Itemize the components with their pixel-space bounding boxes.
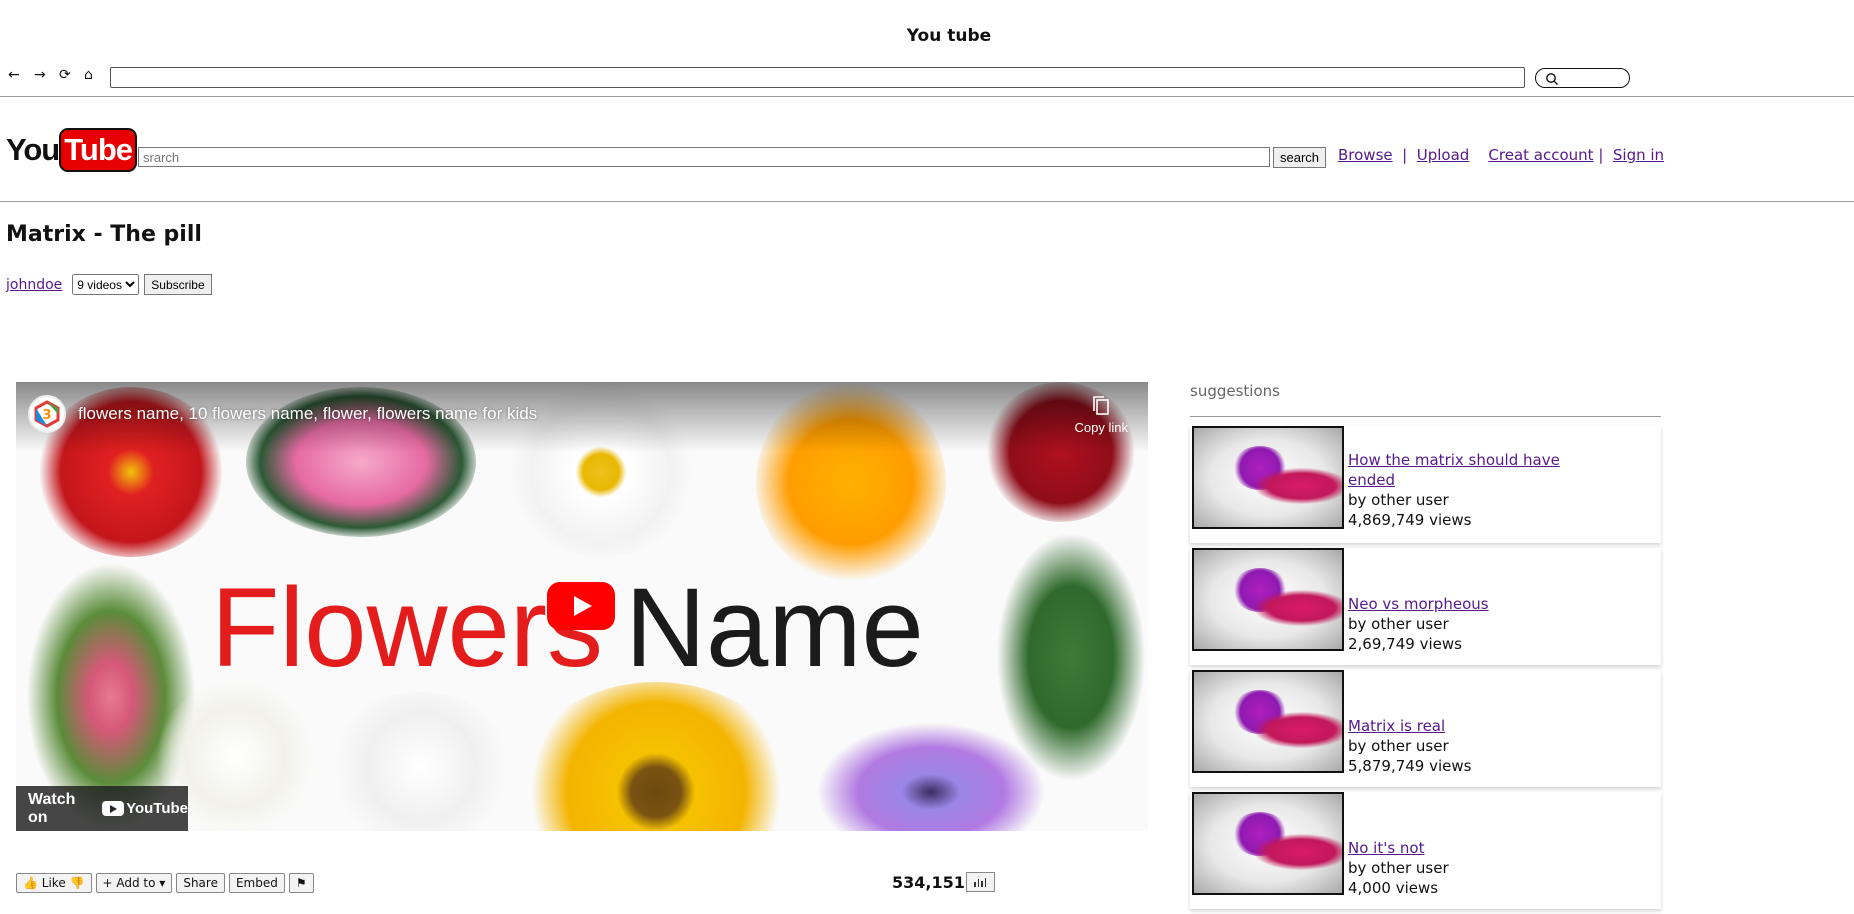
suggestion-text: No it's not by other user 4,000 views [1348, 838, 1563, 898]
suggestion-text: How the matrix should have ended by othe… [1348, 450, 1563, 530]
subscribe-button[interactable]: Subscribe [144, 274, 212, 295]
browse-link[interactable]: Browse [1338, 146, 1393, 164]
copy-icon [1093, 396, 1110, 415]
top-nav-links: Browse | Upload Creat account | Sign in [1338, 146, 1665, 164]
search-icon [1546, 73, 1558, 85]
suggestion-thumbnail[interactable] [1192, 792, 1344, 895]
thumbs-down-icon[interactable]: 👎 [70, 876, 85, 890]
add-to-label: + Add to [102, 876, 156, 890]
video-player[interactable]: 3 flowers name, 10 flowers name, flower,… [16, 382, 1148, 831]
add-to-button[interactable]: + Add to ▾ [95, 873, 173, 893]
watch-on-youtube-button[interactable]: Watch on YouTube [16, 786, 188, 831]
suggestion-views: 2,69,749 views [1348, 635, 1462, 653]
reload-icon[interactable]: ⟳ [59, 67, 71, 83]
suggestion-author: by other user [1348, 491, 1449, 509]
like-label: Like [41, 876, 66, 890]
view-count-box: 534,151 [892, 872, 995, 892]
channel-avatar[interactable]: 3 [28, 395, 66, 433]
embed-button[interactable]: Embed [228, 873, 285, 893]
suggestion-author: by other user [1348, 615, 1449, 633]
suggestion-author: by other user [1348, 859, 1449, 877]
create-account-link[interactable]: Creat account [1488, 146, 1593, 164]
sign-in-link[interactable]: Sign in [1613, 146, 1664, 164]
suggestion-thumbnail[interactable] [1192, 670, 1344, 773]
copy-link-label: Copy link [1074, 420, 1128, 435]
suggestion-views: 4,000 views [1348, 879, 1439, 897]
suggestion-author: by other user [1348, 737, 1449, 755]
videos-select[interactable]: 9 videos [72, 274, 140, 295]
suggestion-views: 4,869,749 views [1348, 511, 1472, 529]
suggestion-text: Neo vs morpheous by other user 2,69,749 … [1348, 594, 1563, 654]
caption-dark: Name [625, 565, 924, 690]
logo-tube: Tube [59, 128, 137, 172]
share-button[interactable]: Share [176, 873, 225, 893]
suggestion-title-link[interactable]: Neo vs morpheous [1348, 594, 1563, 614]
flag-button[interactable]: ⚑ [288, 873, 314, 893]
copy-link-button[interactable]: Copy link [1075, 395, 1128, 435]
browser-search-pill[interactable] [1535, 68, 1630, 88]
header-divider [0, 201, 1854, 202]
suggestion-title-link[interactable]: How the matrix should have ended [1348, 450, 1563, 490]
site-search-button[interactable]: search [1273, 147, 1327, 168]
suggestion-views: 5,879,749 views [1348, 757, 1472, 775]
youtube-wordmark: YouTube [126, 800, 188, 817]
caption-red: Flowers [211, 565, 604, 690]
site-search-input[interactable] [138, 147, 1270, 167]
svg-text:3: 3 [42, 408, 51, 423]
rose-leaves [996, 532, 1146, 782]
youtube-logo[interactable]: You Tube [6, 128, 137, 172]
suggestion-item[interactable]: How the matrix should have ended by othe… [1190, 426, 1661, 543]
video-actions: 👍 Like 👎 + Add to ▾ Share Embed ⚑ [16, 873, 318, 893]
upload-link[interactable]: Upload [1417, 146, 1470, 164]
forward-arrow-icon[interactable]: → [34, 67, 46, 83]
sunflower-flower [516, 682, 796, 831]
anemone-flower [816, 722, 1046, 831]
window-title: You tube [906, 26, 992, 46]
embed-title[interactable]: flowers name, 10 flowers name, flower, f… [78, 404, 537, 424]
watch-on-label: Watch on [28, 790, 76, 826]
stats-icon[interactable] [965, 872, 995, 892]
suggestion-thumbnail[interactable] [1192, 548, 1344, 651]
thumbs-up-icon: 👍 [23, 876, 38, 890]
channel-logo-icon: 3 [34, 400, 60, 428]
logo-you: You [6, 132, 60, 167]
suggestion-item[interactable]: No it's not by other user 4,000 views [1190, 792, 1661, 909]
suggestion-thumbnail[interactable] [1192, 426, 1344, 529]
youtube-mini-logo: YouTube [102, 800, 188, 817]
suggestion-item[interactable]: Neo vs morpheous by other user 2,69,749 … [1190, 548, 1661, 665]
suggestion-title-link[interactable]: Matrix is real [1348, 716, 1563, 736]
suggestion-title-link[interactable]: No it's not [1348, 838, 1563, 858]
url-bar[interactable] [110, 67, 1525, 88]
caret-down-icon: ▾ [159, 876, 166, 890]
like-button[interactable]: 👍 Like 👎 [16, 873, 92, 893]
youtube-play-icon [102, 801, 125, 816]
home-icon[interactable]: ⌂ [84, 67, 93, 83]
channel-link[interactable]: johndoe [6, 277, 62, 293]
suggestions-divider [1190, 416, 1661, 417]
suggestions-heading: suggestions [1190, 382, 1280, 400]
channel-row: johndoe 9 videos Subscribe [6, 274, 212, 295]
lily-flower [326, 692, 516, 831]
flag-icon: ⚑ [295, 876, 307, 890]
suggestion-text: Matrix is real by other user 5,879,749 v… [1348, 716, 1563, 776]
suggestion-item[interactable]: Matrix is real by other user 5,879,749 v… [1190, 670, 1661, 787]
view-count: 534,151 [892, 872, 965, 892]
play-button[interactable] [547, 582, 615, 630]
page-title: Matrix - The pill [6, 222, 202, 247]
back-arrow-icon[interactable]: ← [8, 67, 20, 83]
chrome-divider [0, 96, 1854, 97]
